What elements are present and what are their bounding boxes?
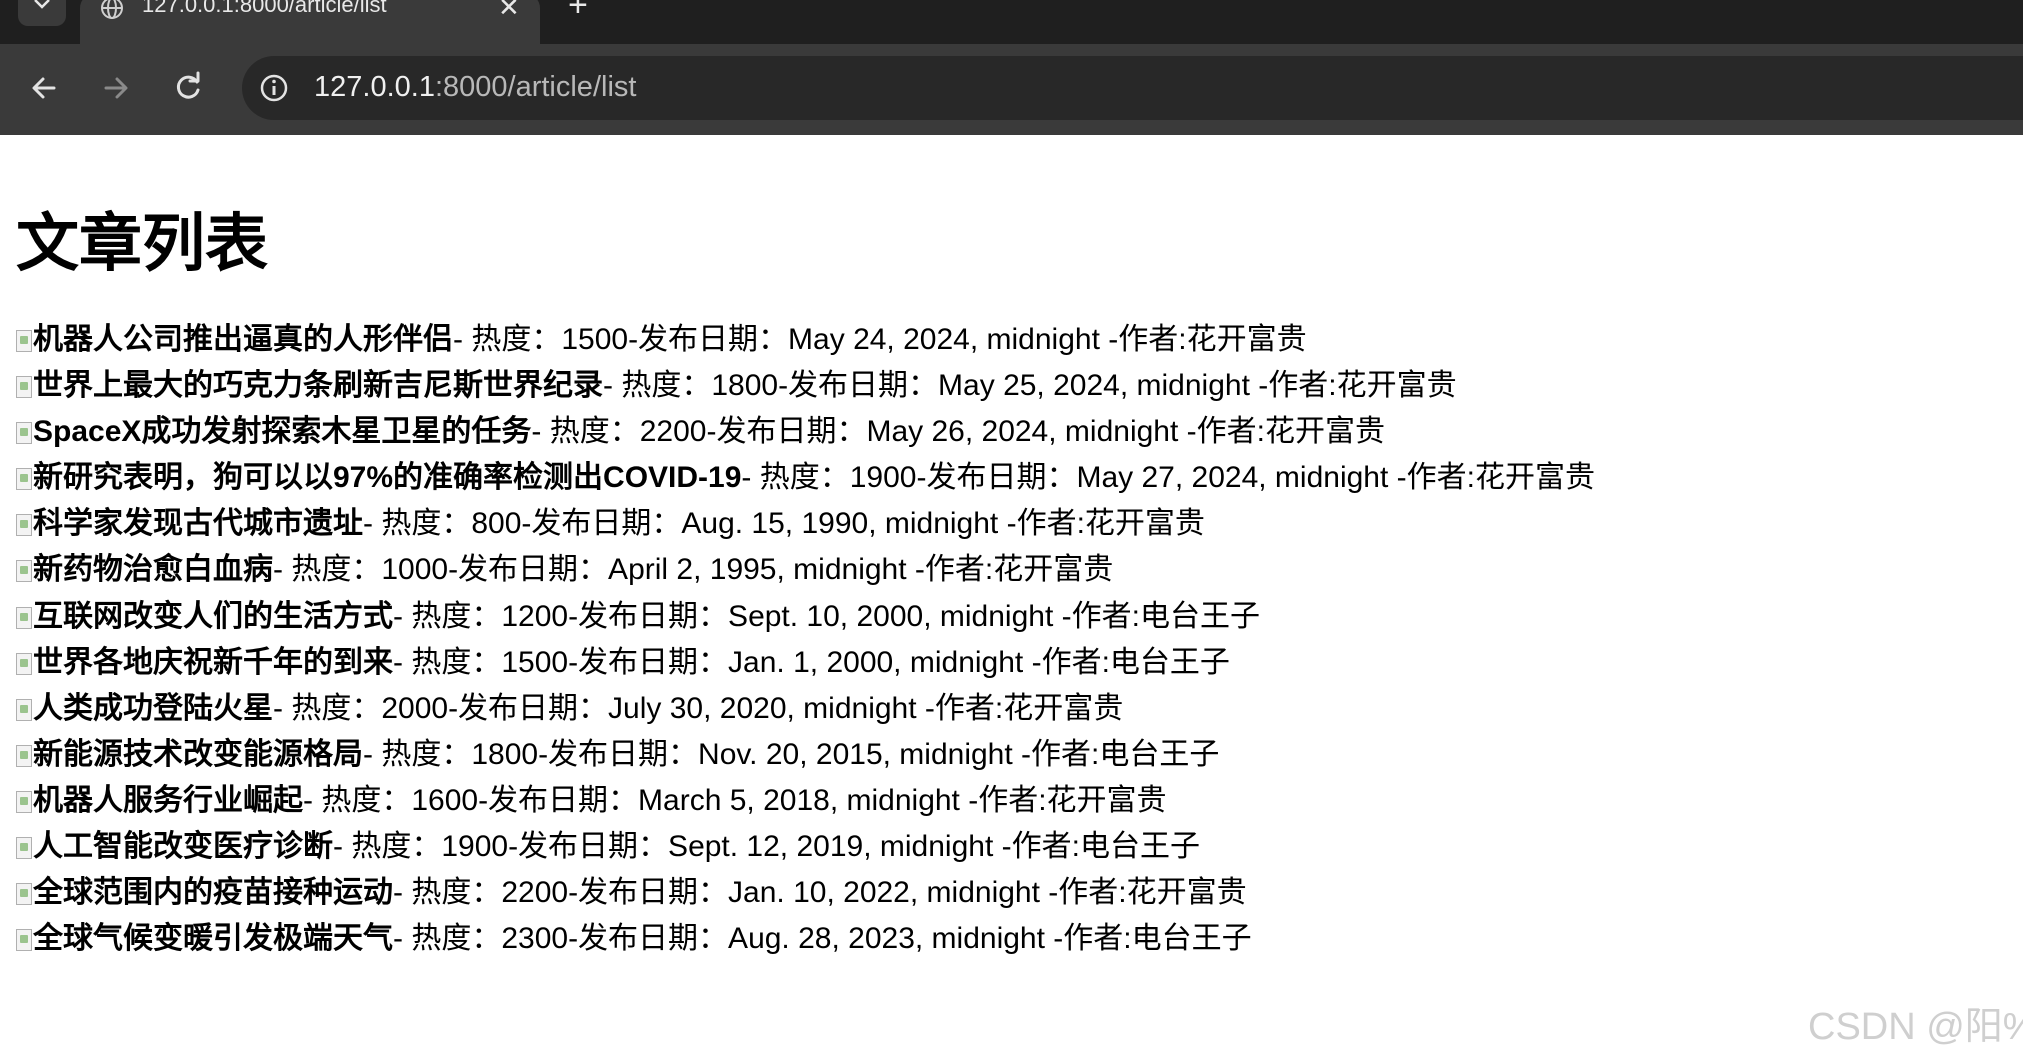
- article-meta: - 热度：1200-发布日期：Sept. 10, 2000, midnight …: [393, 599, 1260, 633]
- article-title: 机器人服务行业崛起: [33, 783, 303, 817]
- article-meta: - 热度：1900-发布日期：Sept. 12, 2019, midnight …: [333, 830, 1200, 864]
- broken-image-icon: [16, 330, 32, 352]
- article-item: 互联网改变人们的生活方式- 热度：1200-发布日期：Sept. 10, 200…: [16, 594, 1595, 640]
- article-meta: - 热度：1000-发布日期：April 2, 1995, midnight -…: [273, 553, 1114, 587]
- broken-image-icon: [16, 652, 32, 675]
- article-item: 全球范围内的疫苗接种运动- 热度：2200-发布日期：Jan. 10, 2022…: [16, 870, 1595, 916]
- article-title: 世界各地庆祝新千年的到来: [33, 645, 393, 679]
- browser-tab[interactable]: 127.0.0.1:8000/article/list ✕: [80, 0, 540, 44]
- tab-strip: 127.0.0.1:8000/article/list ✕ +: [0, 0, 2023, 44]
- article-title: 新研究表明，狗可以以97%的准确率检测出COVID-19: [33, 461, 742, 495]
- article-meta: - 热度：2000-发布日期：July 30, 2020, midnight -…: [273, 691, 1124, 725]
- address-bar[interactable]: 127.0.0.1:8000/article/list: [242, 56, 2023, 120]
- broken-image-icon: [16, 422, 32, 445]
- article-title: 全球气候变暖引发极端天气: [33, 922, 393, 956]
- broken-image-icon: [16, 698, 32, 721]
- article-item: 世界上最大的巧克力条刷新吉尼斯世界纪录- 热度：1800-发布日期：May 25…: [16, 363, 1595, 409]
- reload-button[interactable]: [170, 70, 206, 106]
- broken-image-icon: [16, 468, 32, 491]
- article-meta: - 热度：1800-发布日期：Nov. 20, 2015, midnight -…: [363, 737, 1220, 771]
- page-content: 文章列表 机器人公司推出逼真的人形伴侣- 热度：1500-发布日期：May 24…: [0, 135, 2023, 1056]
- article-list: 机器人公司推出逼真的人形伴侣- 热度：1500-发布日期：May 24, 202…: [16, 317, 1595, 962]
- article-item: 人工智能改变医疗诊断- 热度：1900-发布日期：Sept. 12, 2019,…: [16, 824, 1595, 870]
- article-meta: - 热度：2200-发布日期：Jan. 10, 2022, midnight -…: [393, 876, 1247, 910]
- page-title: 文章列表: [16, 209, 268, 279]
- article-meta: - 热度：1800-发布日期：May 25, 2024, midnight -作…: [603, 369, 1457, 403]
- broken-image-icon: [16, 560, 32, 583]
- article-title: 人工智能改变医疗诊断: [33, 830, 333, 864]
- article-item: 科学家发现古代城市遗址- 热度：800-发布日期：Aug. 15, 1990, …: [16, 501, 1595, 547]
- article-item: 全球气候变暖引发极端天气- 热度：2300-发布日期：Aug. 28, 2023…: [16, 916, 1595, 962]
- article-item: 人类成功登陆火星- 热度：2000-发布日期：July 30, 2020, mi…: [16, 686, 1595, 732]
- article-item: 新研究表明，狗可以以97%的准确率检测出COVID-19- 热度：1900-发布…: [16, 455, 1595, 501]
- url-text[interactable]: 127.0.0.1:8000/article/list: [314, 71, 636, 104]
- url-host: 127.0.0.1: [314, 71, 435, 103]
- article-meta: - 热度：2200-发布日期：May 26, 2024, midnight -作…: [531, 415, 1385, 449]
- new-tab-button[interactable]: +: [568, 0, 588, 25]
- article-meta: - 热度：800-发布日期：Aug. 15, 1990, midnight -作…: [363, 507, 1205, 541]
- article-meta: - 热度：1500-发布日期：Jan. 1, 2000, midnight -作…: [393, 645, 1230, 679]
- globe-icon: [101, 0, 123, 19]
- article-title: 机器人公司推出逼真的人形伴侣: [33, 323, 453, 356]
- article-title: 全球范围内的疫苗接种运动: [33, 876, 393, 910]
- tab-close-icon[interactable]: ✕: [498, 0, 520, 23]
- arrow-right-icon: [104, 77, 128, 99]
- tab-search-button[interactable]: [18, 0, 66, 26]
- broken-image-icon: [16, 376, 32, 399]
- article-meta: - 热度：1500-发布日期：May 24, 2024, midnight -作…: [453, 323, 1307, 356]
- broken-image-icon: [16, 929, 32, 952]
- forward-button[interactable]: [98, 70, 134, 106]
- broken-image-icon: [16, 744, 32, 767]
- article-item: 新能源技术改变能源格局- 热度：1800-发布日期：Nov. 20, 2015,…: [16, 732, 1595, 778]
- article-item: 世界各地庆祝新千年的到来- 热度：1500-发布日期：Jan. 1, 2000,…: [16, 640, 1595, 686]
- article-title: 人类成功登陆火星: [33, 691, 273, 725]
- back-button[interactable]: [26, 70, 62, 106]
- article-meta: - 热度：2300-发布日期：Aug. 28, 2023, midnight -…: [393, 922, 1252, 956]
- broken-image-icon: [16, 837, 32, 860]
- tab-title: 127.0.0.1:8000/article/list: [142, 0, 387, 17]
- article-title: 新能源技术改变能源格局: [33, 737, 363, 771]
- broken-image-icon: [16, 883, 32, 906]
- reload-icon: [176, 71, 200, 99]
- article-title: 世界上最大的巧克力条刷新吉尼斯世界纪录: [33, 369, 603, 403]
- watermark: CSDN @阳%: [1808, 1006, 2023, 1048]
- article-title: SpaceX成功发射探索木星卫星的任务: [33, 415, 532, 449]
- url-path: :8000/article/list: [434, 71, 637, 103]
- article-item: 新药物治愈白血病- 热度：1000-发布日期：April 2, 1995, mi…: [16, 547, 1595, 593]
- broken-image-icon: [16, 790, 32, 813]
- broken-image-icon: [16, 514, 32, 537]
- arrow-left-icon: [32, 77, 56, 99]
- browser-chrome: 127.0.0.1:8000/article/list ✕ + 127.0.0.…: [0, 0, 2023, 135]
- chevron-down-icon: [34, 0, 50, 9]
- article-item: SpaceX成功发射探索木星卫星的任务- 热度：2200-发布日期：May 26…: [16, 409, 1595, 455]
- article-title: 新药物治愈白血病: [33, 553, 273, 587]
- article-meta: - 热度：1600-发布日期：March 5, 2018, midnight -…: [303, 783, 1167, 817]
- article-item: 机器人公司推出逼真的人形伴侣- 热度：1500-发布日期：May 24, 202…: [16, 317, 1595, 363]
- article-meta: - 热度：1900-发布日期：May 27, 2024, midnight -作…: [741, 461, 1595, 495]
- broken-image-icon: [16, 606, 32, 629]
- article-title: 科学家发现古代城市遗址: [33, 507, 363, 541]
- article-item: 机器人服务行业崛起- 热度：1600-发布日期：March 5, 2018, m…: [16, 778, 1595, 824]
- article-title: 互联网改变人们的生活方式: [33, 599, 393, 633]
- info-icon[interactable]: [258, 72, 290, 104]
